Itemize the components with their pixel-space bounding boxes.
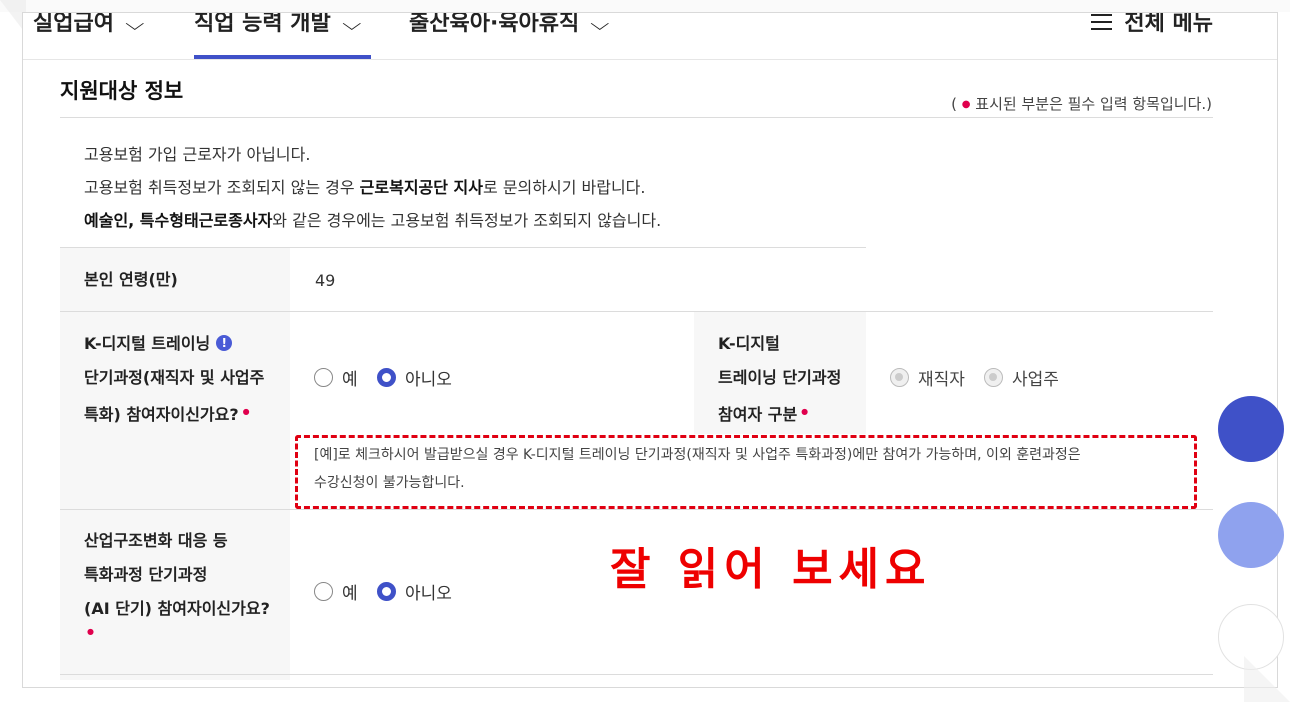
hamburger-menu-icon (1091, 14, 1113, 30)
required-note-paren: ( (951, 95, 957, 113)
radio-label: 아니오 (405, 370, 452, 390)
chevron-down-icon: ⌵ (342, 14, 362, 35)
radio-circle-disabled[interactable] (984, 368, 1003, 387)
required-dot-icon: ● (87, 627, 94, 636)
required-note-text: 표시된 부분은 필수 입력 항목입니다.) (975, 95, 1212, 113)
kdigital-type-employer-radio[interactable]: 사업주 (984, 365, 1059, 390)
kdigital-label-text: 특화) 참여자이신가요? (84, 405, 239, 424)
required-note: ( ● 표시된 부분은 필수 입력 항목입니다.) (951, 93, 1212, 114)
section-title: 지원대상 정보 (60, 79, 184, 103)
radio-label: 재직자 (918, 370, 965, 390)
kdigital-label-line-1: K-디지털 트레이닝! (84, 327, 233, 361)
all-menu-button[interactable]: 전체 메뉴 (1091, 12, 1213, 37)
kdigital-label-text: K-디지털 트레이닝 (84, 334, 211, 353)
nav-item-parental-leave[interactable]: 출산육아·육아휴직 ⌵ (409, 12, 610, 37)
radio-circle[interactable] (314, 582, 333, 601)
section-divider (60, 117, 1213, 118)
required-dot-icon: ● (961, 99, 971, 110)
notice-line-3-bold: 예술인, 특수형태근로종사자 (84, 211, 273, 230)
kdigital-yes-radio[interactable]: 예 (314, 365, 358, 390)
kdigital-type-label-line-3: 참여자 구분 ● (718, 395, 808, 432)
emphasis-caption: 잘 읽어 보세요 (610, 544, 932, 595)
radio-circle-selected[interactable] (377, 368, 396, 387)
nav-item-label: 실업급여 (33, 12, 114, 36)
radio-circle-selected[interactable] (377, 582, 396, 601)
kdigital-type-employee-radio[interactable]: 재직자 (890, 365, 965, 390)
floating-action-button-secondary[interactable] (1218, 502, 1284, 568)
notice-line-3-post: 와 같은 경우에는 고용보험 취득정보가 조회되지 않습니다. (272, 211, 662, 230)
kdigital-label-line-2: 단기과정(재직자 및 사업주 (84, 368, 265, 387)
nav-item-label: 출산육아·육아휴직 (409, 12, 580, 36)
floating-action-button-primary[interactable] (1218, 396, 1284, 462)
kdigital-type-label-line-1: K-디지털 (718, 334, 780, 353)
kdigital-type-label-text: 참여자 구분 (718, 405, 798, 424)
required-dot-icon: ● (242, 407, 250, 416)
industry-label-line-2: 특화과정 단기과정 (84, 565, 208, 584)
kdigital-notice-line-2: 수강신청이 불가능합니다. (314, 475, 465, 491)
page-corner-decoration (1244, 656, 1290, 702)
radio-label: 예 (342, 370, 358, 390)
industry-yes-radio[interactable]: 예 (314, 579, 358, 604)
notice-line-2-pre: 고용보험 취득정보가 조회되지 않는 경우 (84, 178, 360, 197)
industry-label-line-1: 산업구조변화 대응 등 (84, 531, 228, 550)
nav-active-indicator (194, 55, 371, 59)
notice-line-1: 고용보험 가입 근로자가 아닙니다. (84, 145, 311, 164)
radio-circle-disabled[interactable] (890, 368, 909, 387)
kdigital-no-radio[interactable]: 아니오 (377, 365, 452, 390)
page-frame: 실업급여 ⌵ 직업 능력 개발 ⌵ 출산육아·육아휴직 ⌵ 전체 메뉴 지원대상 정보… (22, 12, 1278, 688)
nav-item-skill-development[interactable]: 직업 능력 개발 ⌵ (194, 12, 362, 37)
kdigital-label-line-3: 특화) 참여자이신가요? ● (84, 395, 250, 432)
notice-line-2-bold: 근로복지공단 지사 (359, 178, 484, 197)
chevron-down-icon: ⌵ (125, 14, 145, 35)
industry-no-radio[interactable]: 아니오 (377, 579, 452, 604)
top-navigation: 실업급여 ⌵ 직업 능력 개발 ⌵ 출산육아·육아휴직 ⌵ 전체 메뉴 (23, 13, 1277, 60)
age-value: 49 (315, 271, 336, 290)
radio-circle[interactable] (314, 368, 333, 387)
kdigital-type-label-line-2: 트레이닝 단기과정 (718, 368, 842, 387)
radio-label: 사업주 (1012, 370, 1059, 390)
industry-label-line-3: (AI 단기) 참여자이신가요? (84, 599, 270, 618)
notice-line-2: 고용보험 취득정보가 조회되지 않는 경우 근로복지공단 지사로 문의하시기 바… (84, 174, 645, 198)
chevron-down-icon: ⌵ (590, 14, 610, 35)
required-dot-icon: ● (801, 407, 809, 416)
age-label: 본인 연령(만) (84, 270, 178, 289)
kdigital-notice-line-1: [예]로 체크하시어 발급받으실 경우 K-디지털 트레이닝 단기과정(재직자 … (314, 447, 1081, 463)
info-icon[interactable]: ! (216, 335, 233, 351)
nav-item-unemployment[interactable]: 실업급여 ⌵ (33, 12, 145, 37)
radio-label: 예 (342, 584, 358, 604)
notice-line-3: 예술인, 특수형태근로종사자와 같은 경우에는 고용보험 취득정보가 조회되지 … (84, 207, 661, 231)
all-menu-label: 전체 메뉴 (1124, 12, 1213, 36)
page-top-gap (0, 0, 1290, 12)
row-divider (60, 674, 1213, 675)
radio-label: 아니오 (405, 584, 452, 604)
nav-item-label: 직업 능력 개발 (194, 12, 331, 36)
notice-line-2-post: 로 문의하시기 바랍니다. (483, 178, 646, 197)
